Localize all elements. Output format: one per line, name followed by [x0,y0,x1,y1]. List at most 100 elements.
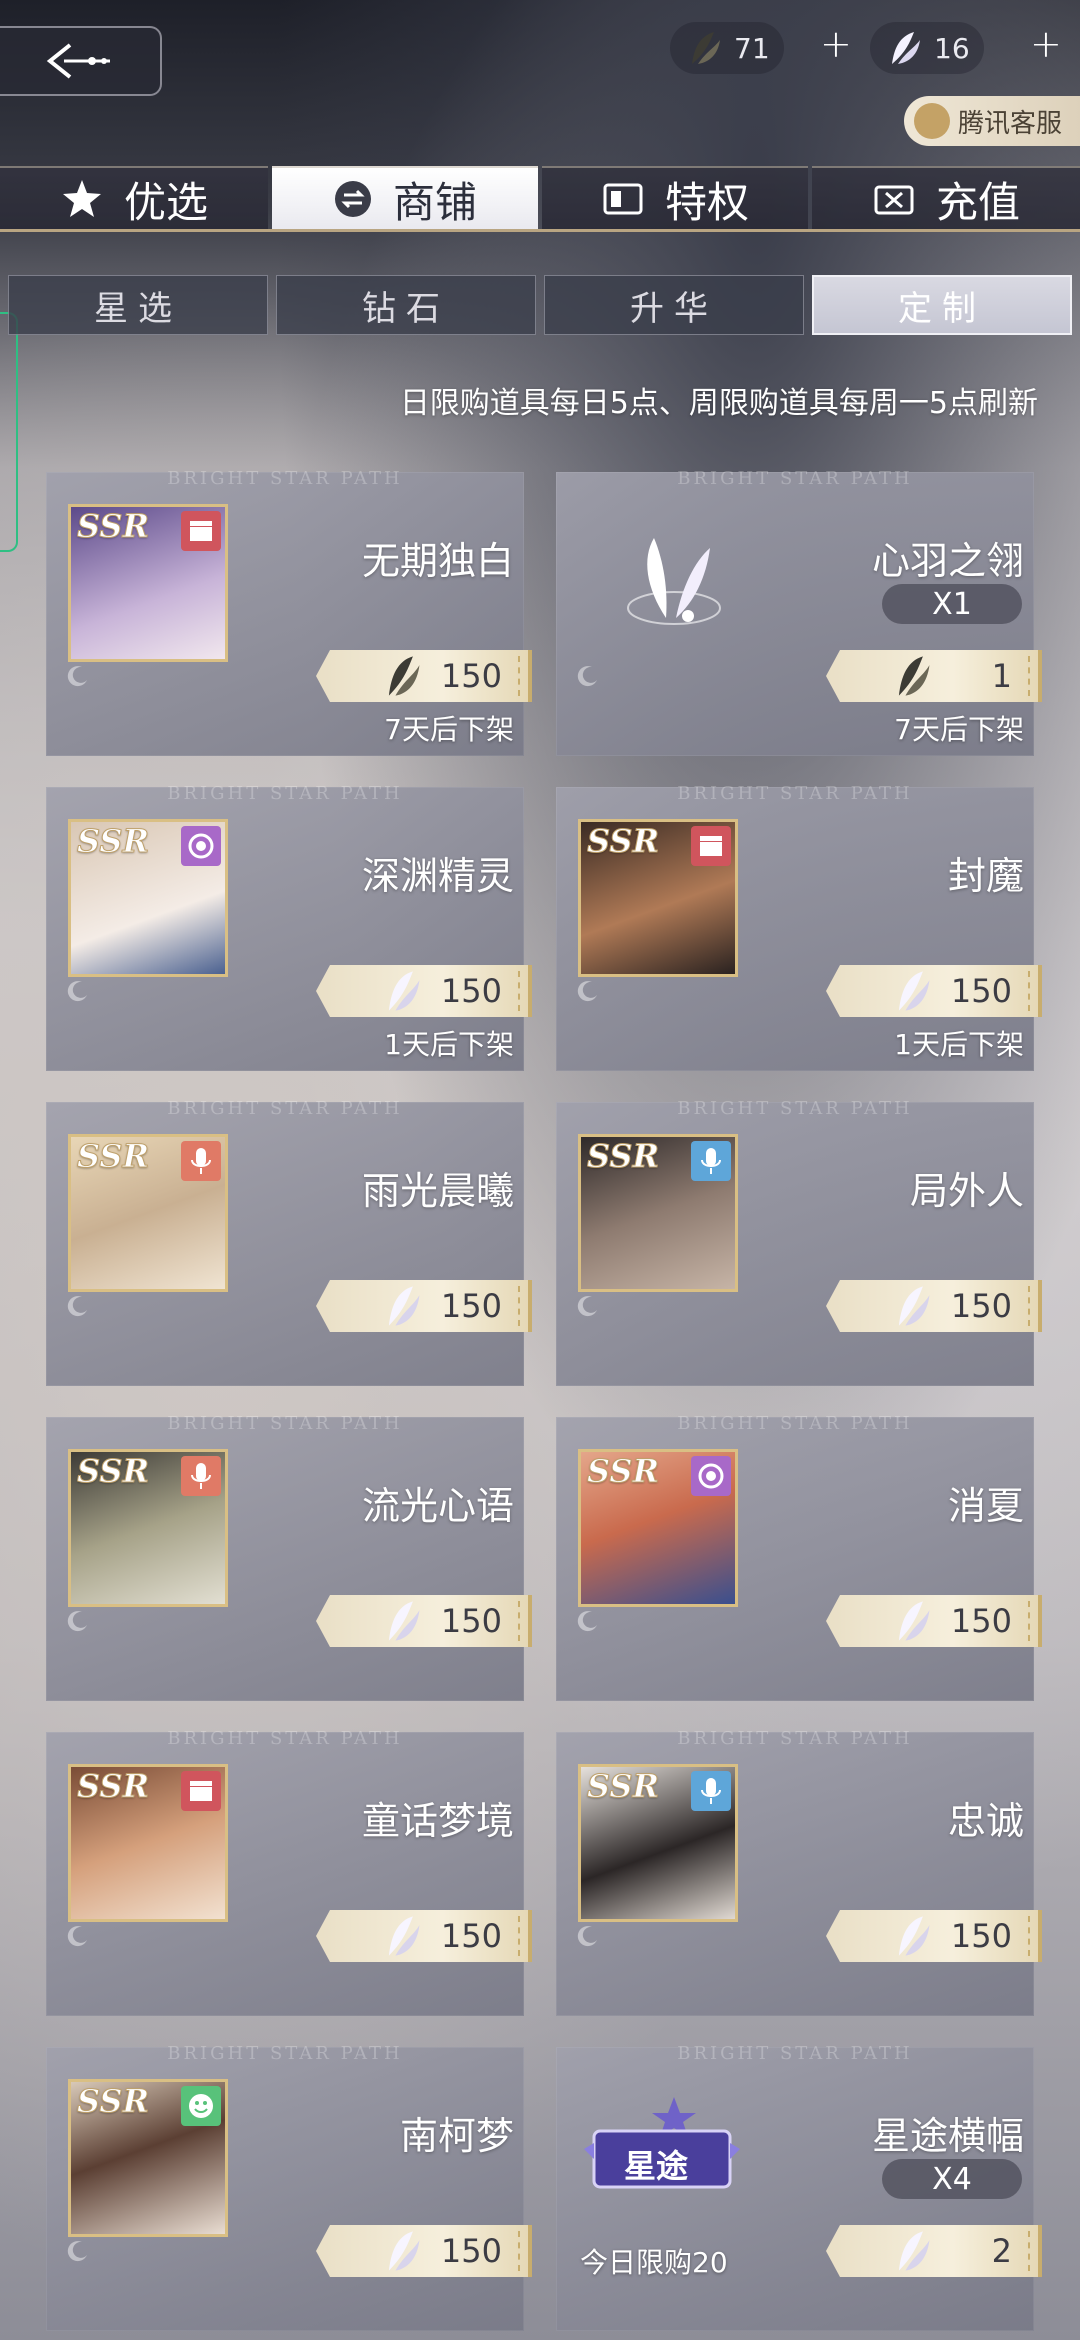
add-dark-feather-button[interactable]: + [820,22,852,66]
tab-recharge[interactable]: 充值 [812,166,1080,230]
buy-price-button[interactable]: 150 [826,1910,1042,1962]
ssr-rarity-label: SSR [76,1452,150,1491]
price-tag-edge [516,1601,520,1641]
card-watermark: BRIGHT STAR PATH [677,2043,913,2064]
subtab-custom[interactable]: 定制 [812,275,1072,335]
character-portrait: SSR [68,1764,228,1922]
ssr-rarity-label: SSR [76,1767,150,1806]
subtab-diamond[interactable]: 钻石 [276,275,536,335]
ssr-rarity-label: SSR [76,2082,150,2121]
shop-item-card[interactable]: BRIGHT STAR PATH SSR 深渊精灵 150 1天后下架 [46,783,532,1071]
price-tag-edge [516,1286,520,1326]
subtab-star-select[interactable]: 星选 [8,275,268,335]
currency-dark-feather: 71 [670,22,784,74]
shop-item-card[interactable]: BRIGHT STAR PATH SSR 无期独白 150 7天后下架 [46,468,532,756]
price-value: 150 [440,972,502,1010]
card-watermark: BRIGHT STAR PATH [167,1413,403,1434]
white-feather-icon [890,967,934,1015]
shop-item-card[interactable]: BRIGHT STAR PATH SSR 南柯梦 150 [46,2043,532,2331]
price-value: 150 [950,1287,1012,1325]
mic-icon [181,1141,221,1181]
buy-price-button[interactable]: 150 [826,965,1042,1017]
buy-price-button[interactable]: 150 [316,1280,532,1332]
price-tag-edge [1026,1916,1030,1956]
dark-feather-icon [692,32,720,64]
price-value: 150 [440,2232,502,2270]
buy-price-button[interactable]: 150 [316,2225,532,2277]
character-portrait: SSR [578,1764,738,1922]
item-name: 雨光晨曦 [361,1169,514,1213]
moon-icon [577,981,597,1002]
buy-price-button[interactable]: 150 [826,1595,1042,1647]
shop-item-card[interactable]: BRIGHT STAR PATH SSR 流光心语 150 [46,1413,532,1701]
card-watermark: BRIGHT STAR PATH [677,468,913,489]
smile-icon [181,2086,221,2126]
shop-item-card[interactable]: BRIGHT STAR PATH 心羽之翎 X1 1 7天后下架 [556,468,1042,756]
tab-underline [0,229,1080,232]
add-white-feather-button[interactable]: + [1030,22,1062,66]
subtab-sublimation[interactable]: 升华 [544,275,804,335]
item-name: 心羽之翎 [871,539,1024,583]
buy-price-button[interactable]: 150 [316,650,532,702]
white-feather-icon [606,508,736,648]
exchange-icon [334,181,371,217]
item-name: 深渊精灵 [361,854,514,898]
card-icon [603,183,643,215]
price-value: 150 [440,657,502,695]
buy-price-button[interactable]: 150 [316,1595,532,1647]
mic-icon [181,1456,221,1496]
dark-feather-icon [890,652,934,700]
buy-price-button[interactable]: 150 [826,1280,1042,1332]
support-label: 腾讯客服 [958,108,1063,139]
price-tag-edge [516,1916,520,1956]
shop-item-card[interactable]: BRIGHT STAR PATH SSR 雨光晨曦 150 [46,1098,532,1386]
card-watermark: BRIGHT STAR PATH [167,1728,403,1749]
item-name: 流光心语 [361,1484,514,1528]
ssr-rarity-label: SSR [76,1137,150,1176]
buy-price-button[interactable]: 1 [826,650,1042,702]
shop-item-card[interactable]: BRIGHT STAR PATH SSR 童话梦境 150 [46,1728,532,2016]
tab-shop[interactable]: 商铺 [272,166,538,230]
price-tag-edge [1026,2231,1030,2271]
ssr-rarity-label: SSR [586,822,660,861]
shop-item-card[interactable]: BRIGHT STAR PATH SSR 封魔 150 1天后下架 [556,783,1042,1071]
card-watermark: BRIGHT STAR PATH [167,1098,403,1119]
character-portrait: SSR [68,1449,228,1607]
main-tab-bar: 优选 商铺 特权 充值 [0,166,1080,232]
ssr-rarity-label: SSR [586,1767,660,1806]
white-feather-icon [380,1912,424,1960]
tab-privilege[interactable]: 特权 [542,166,808,230]
buy-price-button[interactable]: 2 [826,2225,1042,2277]
price-value: 150 [950,1602,1012,1640]
buy-price-button[interactable]: 150 [316,1910,532,1962]
film-icon [691,826,731,866]
item-name: 局外人 [909,1169,1024,1213]
character-portrait: SSR [578,1449,738,1607]
shop-item-card[interactable]: BRIGHT STAR PATH SSR 忠诚 150 [556,1728,1042,2016]
price-value: 150 [440,1602,502,1640]
moon-icon [67,1611,87,1632]
item-name: 消夏 [947,1484,1024,1528]
shop-item-card[interactable]: BRIGHT STAR PATH SSR 消夏 150 [556,1413,1042,1701]
moon-icon [67,666,87,687]
tab-featured[interactable]: 优选 [0,166,268,230]
character-portrait: SSR [68,1134,228,1292]
back-button[interactable] [0,26,162,96]
item-quantity: X1 [882,584,1022,624]
price-value: 1 [991,657,1012,695]
character-portrait: SSR [578,1134,738,1292]
support-icon [914,103,950,139]
shop-item-card[interactable]: BRIGHT STAR PATH SSR 局外人 150 [556,1098,1042,1386]
moon-icon [67,1926,87,1947]
side-drawer-handle[interactable] [0,312,18,552]
character-portrait: SSR [578,819,738,977]
item-name: 南柯梦 [399,2114,514,2158]
card-watermark: BRIGHT STAR PATH [677,1098,913,1119]
tencent-support-button[interactable]: 腾讯客服 [904,96,1080,146]
price-tag-edge [516,656,520,696]
buy-price-button[interactable]: 150 [316,965,532,1017]
expire-label: 7天后下架 [384,713,514,746]
white-feather-amount: 16 [934,31,970,65]
dark-feather-amount: 71 [734,31,770,65]
shop-item-card[interactable]: BRIGHT STAR PATH 星途 星途横幅 X4 2 今日限购20 [556,2043,1042,2331]
